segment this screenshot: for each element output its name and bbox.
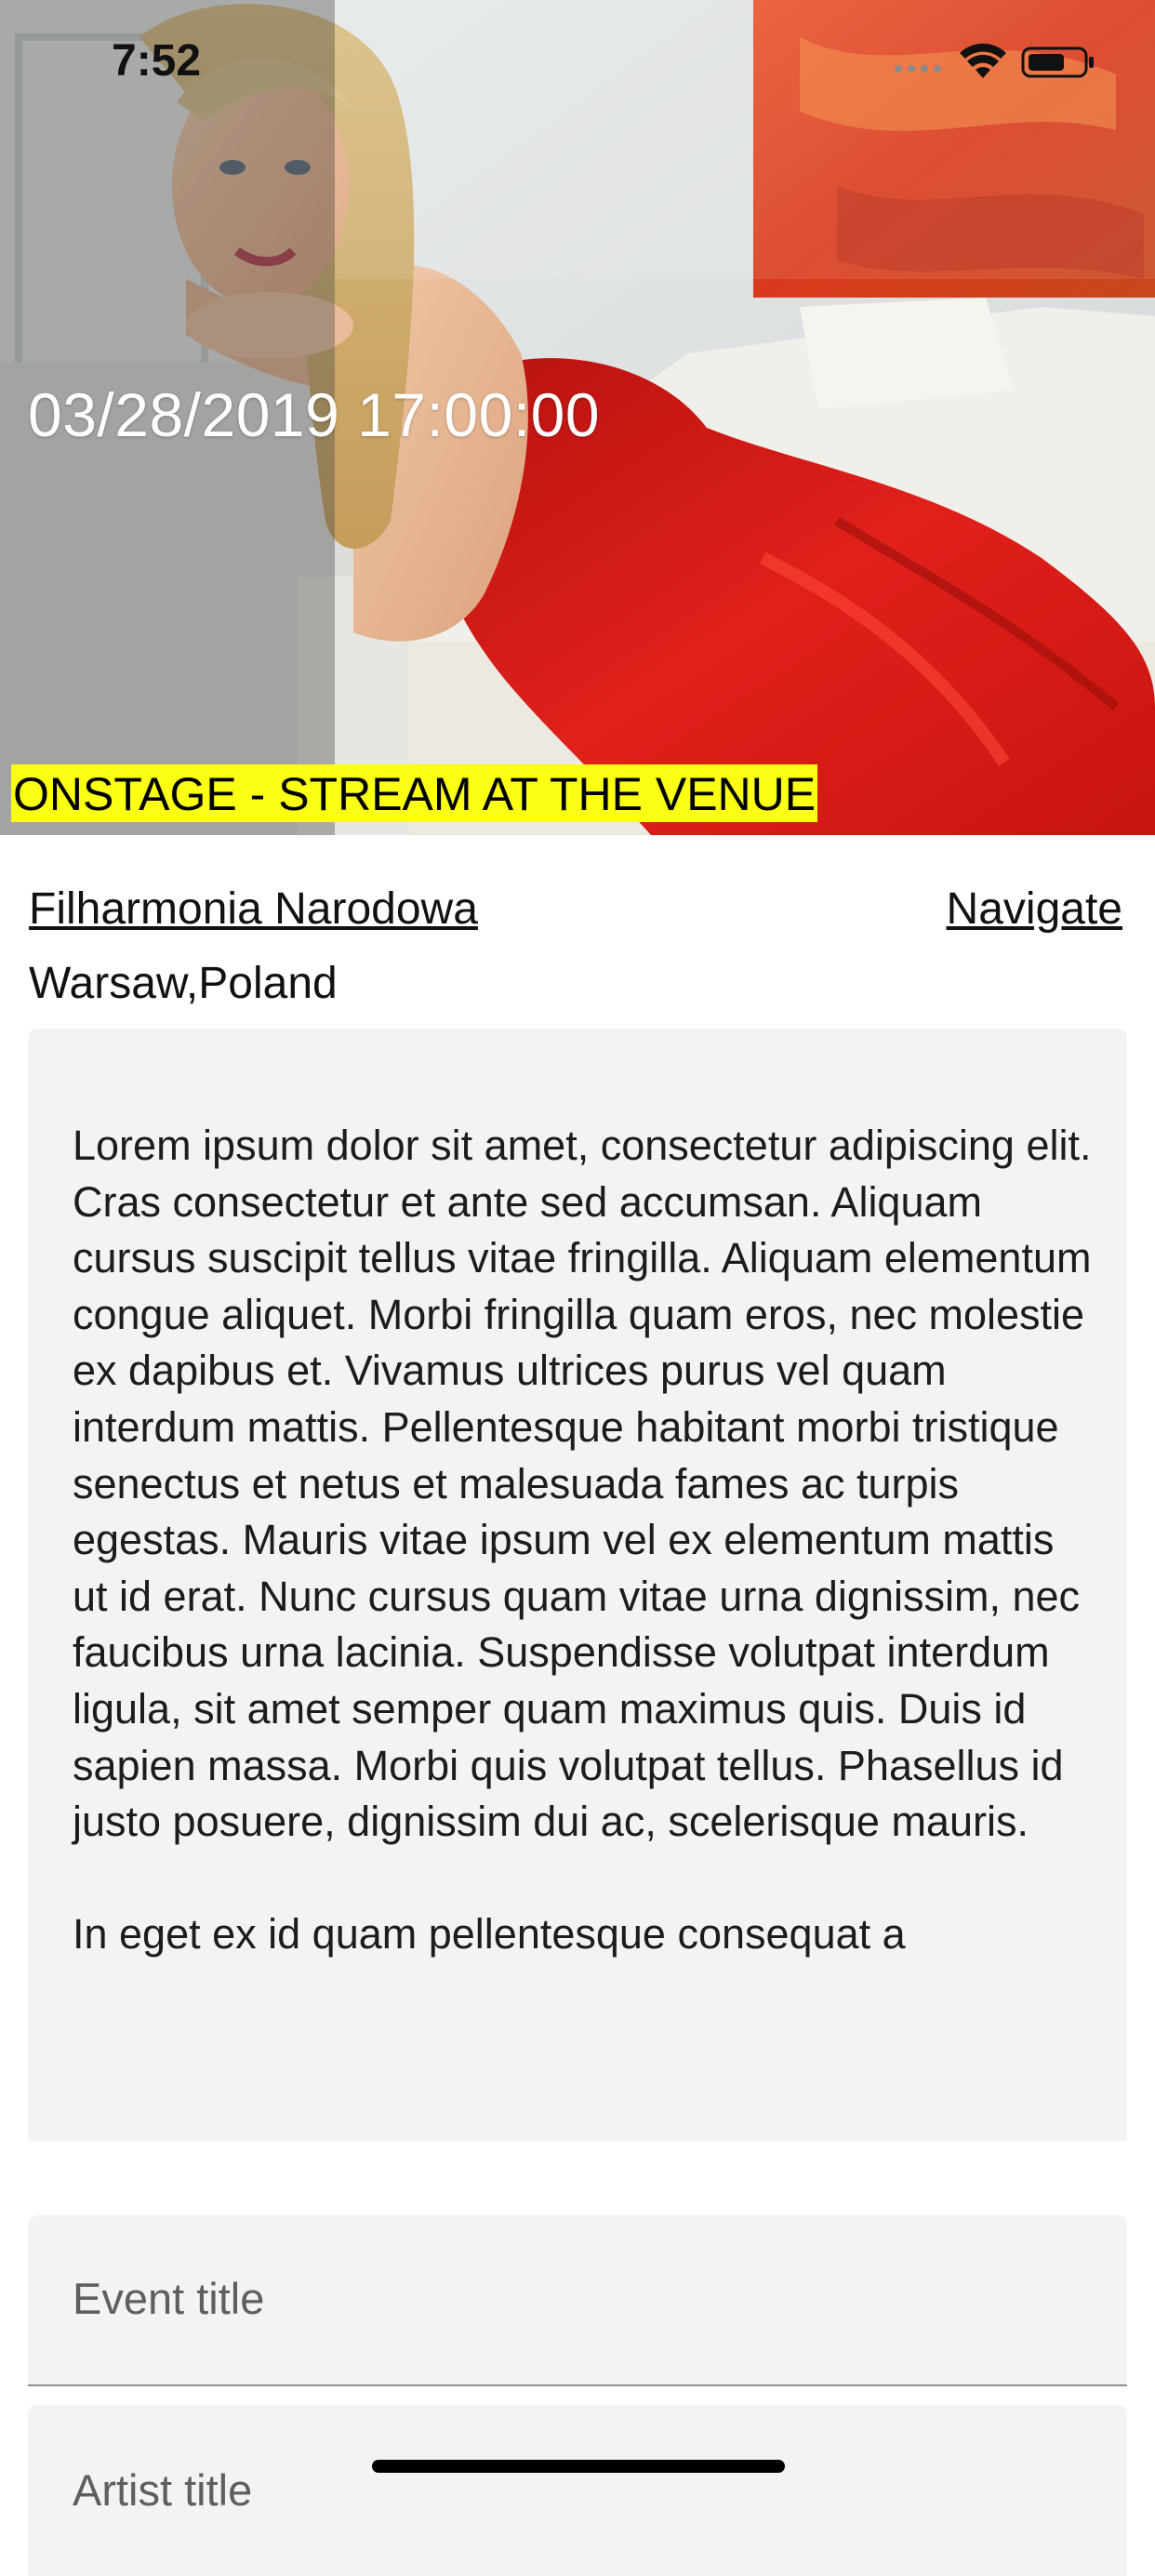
artist-title-label: Artist title — [73, 2465, 253, 2515]
navigate-link[interactable]: Navigate — [947, 883, 1122, 935]
wifi-icon — [960, 43, 1006, 78]
description-box[interactable]: Lorem ipsum dolor sit amet, consectetur … — [28, 1029, 1127, 2141]
battery-icon — [1021, 46, 1094, 78]
artist-title-field[interactable]: Artist title — [28, 2405, 1127, 2576]
description-text: Lorem ipsum dolor sit amet, consectetur … — [73, 1122, 1092, 1959]
venue-link[interactable]: Filharmonia Narodowa — [29, 883, 478, 935]
status-time: 7:52 — [112, 36, 202, 86]
stream-badge: ONSTAGE - STREAM AT THE VENUE — [11, 764, 818, 822]
venue-city: Warsaw,Poland — [29, 959, 338, 1008]
event-datetime: 03/28/2019 17:00:00 — [28, 380, 601, 449]
home-indicator[interactable] — [372, 2460, 785, 2473]
event-title-field[interactable]: Event title — [28, 2215, 1127, 2386]
status-bar-band — [335, 0, 1155, 279]
hero-banner: 7:52 03/28/2019 17:00:00 ONSTAGE - STREA… — [0, 0, 1155, 835]
signal-icon — [895, 65, 941, 73]
event-title-label: Event title — [73, 2274, 265, 2323]
